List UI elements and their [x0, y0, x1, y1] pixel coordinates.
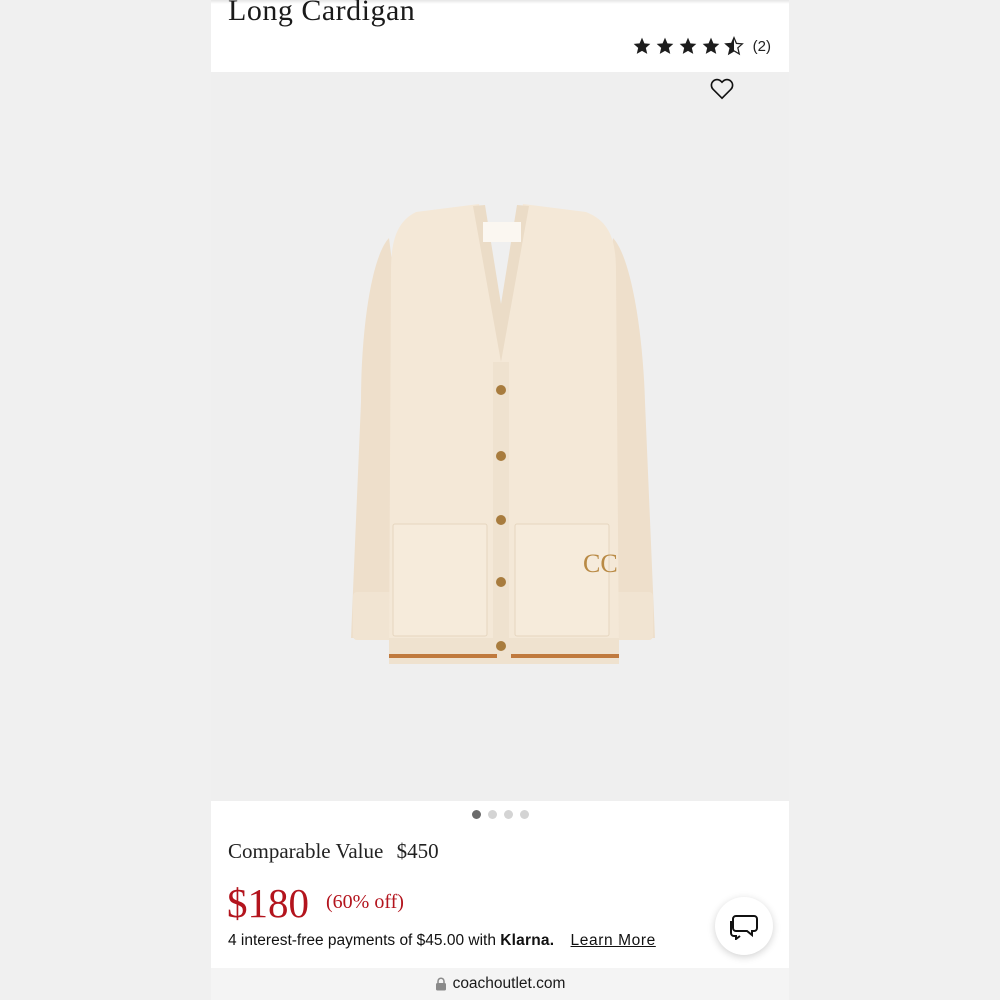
placket	[493, 362, 509, 662]
comparable-price: $450	[396, 839, 439, 863]
sale-price: $180	[227, 880, 309, 926]
right-pocket	[514, 523, 610, 637]
review-count[interactable]: (2)	[753, 38, 771, 55]
carousel-dot-3[interactable]	[503, 810, 513, 819]
star-icon	[633, 37, 650, 54]
hem-trim	[389, 654, 497, 658]
half-star-icon	[723, 36, 744, 56]
product-image[interactable]: CC	[211, 72, 789, 801]
heart-outline-icon[interactable]	[709, 76, 735, 102]
url-text: coachoutlet.com	[452, 975, 566, 992]
star-icon	[702, 37, 719, 54]
hem-trim	[511, 654, 619, 658]
carousel-dot-2[interactable]	[487, 810, 497, 819]
neck-label	[483, 222, 521, 242]
lock-icon	[435, 977, 446, 991]
button-4	[496, 577, 506, 587]
left-backdrop	[0, 0, 211, 1000]
monogram: CC	[583, 549, 618, 578]
product-page: Long Cardigan (2) CC Comparable Value $4…	[211, 0, 789, 968]
carousel-dots	[211, 810, 789, 819]
discount-label: (60% off)	[326, 891, 404, 913]
product-title: Long Cardigan	[228, 0, 416, 27]
button-1	[496, 385, 506, 395]
learn-more-link[interactable]: Learn More	[571, 932, 656, 949]
installments-text: 4 interest-free payments of $45.00 with	[228, 932, 496, 949]
carousel-dot-1[interactable]	[471, 810, 481, 819]
left-pocket	[392, 523, 488, 637]
button-2	[496, 451, 506, 461]
button-5	[496, 641, 506, 651]
klarna-installments: 4 interest-free payments of $45.00 with …	[228, 932, 656, 950]
chat-bubbles-icon	[730, 915, 758, 940]
right-backdrop	[789, 0, 1000, 1000]
comparable-value: Comparable Value $450	[228, 839, 439, 864]
rating[interactable]: (2)	[632, 36, 771, 56]
button-3	[496, 515, 506, 525]
chat-button[interactable]	[715, 897, 773, 955]
star-icon	[656, 37, 673, 54]
hem	[389, 638, 619, 664]
browser-url-bar[interactable]: coachoutlet.com	[211, 968, 789, 1000]
comparable-label: Comparable Value	[228, 839, 384, 863]
carousel-dot-4[interactable]	[519, 810, 529, 819]
klarna-logo: Klarna.	[500, 932, 555, 949]
star-icon	[679, 37, 696, 54]
